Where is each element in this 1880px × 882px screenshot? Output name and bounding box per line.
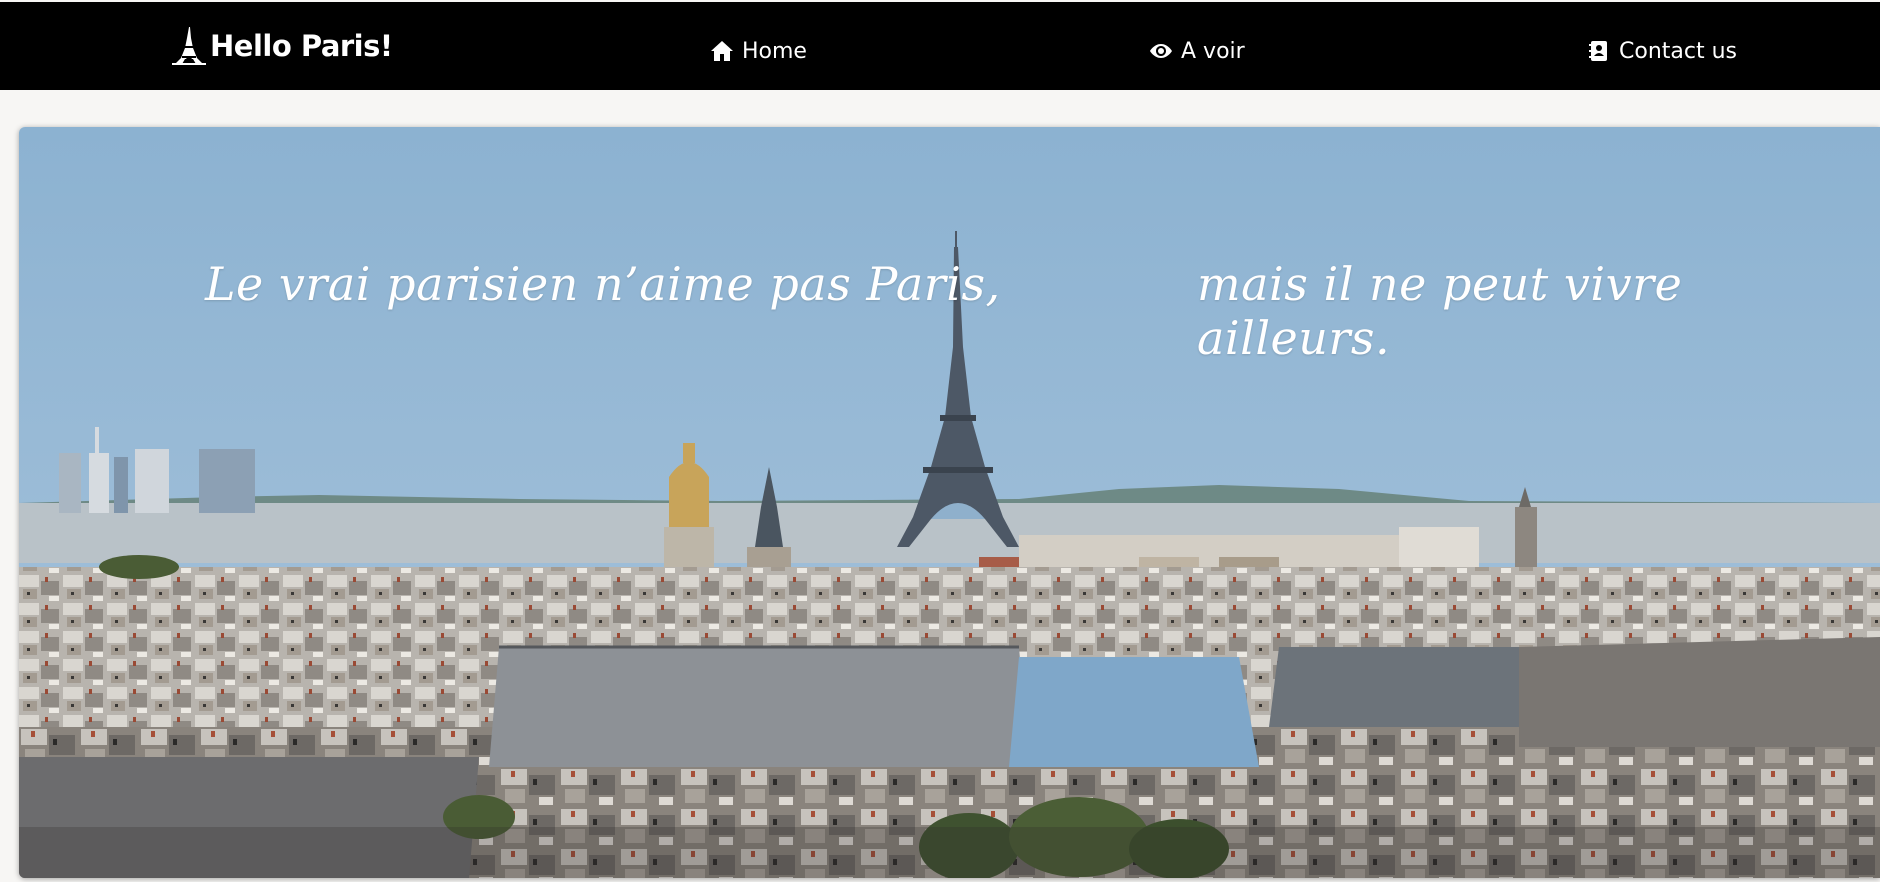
paris-skyline-image [19,127,1880,878]
address-book-icon [1589,41,1607,61]
hero-banner: Le vrai parisien n’aime pas Paris, mais … [19,127,1880,878]
navbar: Hello Paris! Home A voir Contact us [0,2,1880,90]
eye-icon [1150,44,1172,58]
nav-contact-us[interactable]: Contact us [1587,36,1737,66]
hero-quote-part1: Le vrai parisien n’aime pas Paris, [205,257,1001,311]
eiffel-tower-icon [172,27,206,65]
home-icon [711,41,733,61]
nav-contact-label: Contact us [1619,38,1737,64]
nav-a-voir-label: A voir [1181,38,1245,64]
brand-link[interactable]: Hello Paris! [170,24,393,68]
nav-a-voir[interactable]: A voir [1149,36,1245,66]
nav-home-label: Home [742,38,807,64]
nav-home[interactable]: Home [710,36,807,66]
hero-quote-part2: mais il ne peut vivre ailleurs. [1197,257,1683,365]
brand-label: Hello Paris! [210,29,393,63]
